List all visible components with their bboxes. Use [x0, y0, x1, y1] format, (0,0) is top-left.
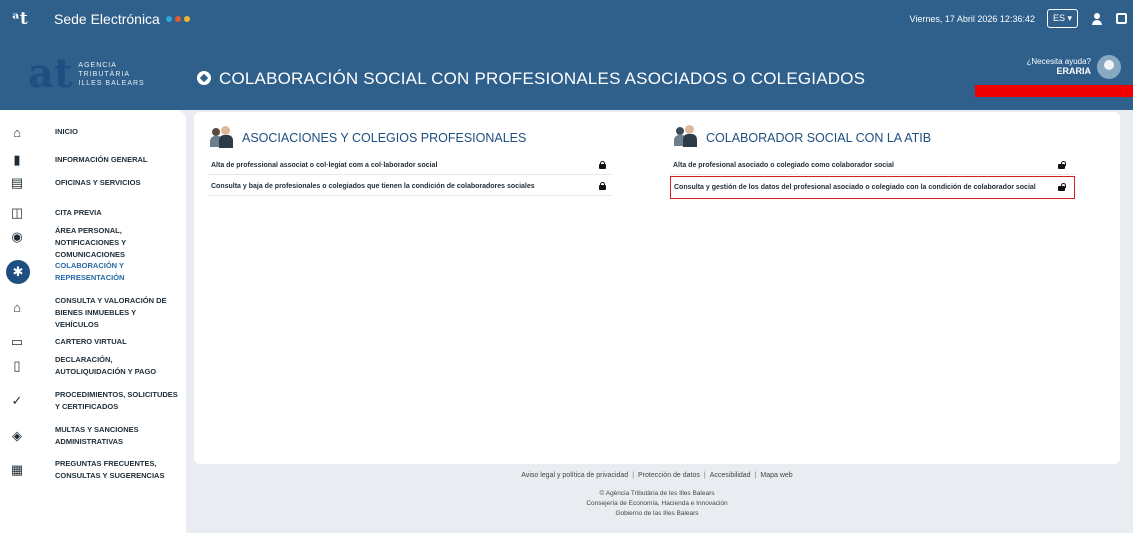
footer-separator: |: [703, 472, 706, 479]
professionals-group-icon: [210, 125, 234, 149]
sidebar-item-label: CARTERO VIRTUAL: [55, 337, 127, 346]
app-title[interactable]: Sede Electrónica: [54, 11, 160, 27]
footer-link-privacy[interactable]: Aviso legal y política de privacidad: [519, 472, 630, 479]
book-icon: ▮: [13, 152, 21, 167]
building-icon: ▤: [10, 175, 24, 190]
service-row[interactable]: Consulta y baja de profesionales o coleg…: [208, 177, 612, 196]
collaborator-icon: [674, 124, 698, 148]
sidebar-item-label: PROCEDIMIENTOS, SOLICITUDES Y CERTIFICAD…: [55, 390, 178, 411]
help-widget[interactable]: ¿Necesita ayuda? ERARIA: [1027, 57, 1091, 76]
sidebar-item-label: CONSULTA Y VALORACIÓN DE BIENES INMUEBLE…: [55, 296, 167, 329]
puzzle-icon: ✱: [6, 260, 30, 284]
sidebar-item-label: MULTAS Y SANCIONES ADMINISTRATIVAS: [55, 425, 139, 446]
calendar-icon: ◫: [10, 205, 24, 220]
shield-icon: ◈: [12, 428, 22, 443]
service-link[interactable]: Consulta y gestión de los datos del prof…: [674, 184, 1036, 191]
document-icon: ▯: [13, 358, 21, 373]
lock-open-icon: [1058, 183, 1066, 191]
redaction-bar: [975, 85, 1133, 97]
footer-link-accessibility[interactable]: Accesibilidad: [708, 472, 753, 479]
footer-links: Aviso legal y política de privacidad | Pro…: [194, 472, 1120, 479]
footer: Aviso legal y política de privacidad | Pro…: [194, 472, 1120, 519]
sidebar-item-label: COLABORACIÓN Y REPRESENTACIÓN: [55, 261, 125, 282]
lock-closed-icon: [599, 161, 606, 169]
service-row[interactable]: Alta de professional associat o col·legi…: [208, 156, 612, 175]
sidebar-item-label: ÁREA PERSONAL, NOTIFICACIONES Y COMUNICA…: [55, 226, 126, 259]
sidebar-item-label: PREGUNTAS FRECUENTES, CONSULTAS Y SUGERE…: [55, 459, 165, 480]
brand-text: AGENCIA TRIBUTÀRIA ILLES BALEARS: [78, 61, 144, 88]
footer-credit-line: Consejería de Economía, Hacienda e Innov…: [586, 500, 728, 507]
atib-logo-mark-icon: at: [28, 50, 73, 97]
lock-closed-icon: [599, 182, 606, 190]
service-row[interactable]: Alta de profesional asociado o colegiado…: [670, 156, 1075, 175]
brand-dots: [165, 15, 190, 22]
page-title: COLABORACIÓN SOCIAL CON PROFESIONALES AS…: [219, 69, 866, 88]
help-assistant-name: ERARIA: [1056, 66, 1091, 76]
atib-mini-logo-icon[interactable]: ᵃt: [12, 9, 38, 29]
sidebar-item-label: INICIO: [55, 127, 78, 136]
lock-open-icon: [1058, 161, 1066, 169]
brand-dot: [174, 15, 181, 22]
content-panel: ASOCIACIONES Y COLEGIOS PROFESIONALES Al…: [194, 112, 1120, 464]
service-link[interactable]: Alta de profesional asociado o colegiado…: [673, 162, 894, 169]
language-selector[interactable]: ES ▾: [1046, 9, 1078, 28]
current-datetime: Viernes, 17 Abril 2026 12:36:42: [909, 13, 1035, 24]
brand-dot: [183, 15, 190, 22]
sidebar-item-label: CITA PREVIA: [55, 208, 102, 217]
help-question: ¿Necesita ayuda?: [1026, 57, 1091, 66]
brand-line: AGENCIA: [78, 61, 117, 69]
service-link[interactable]: Alta de professional associat o col·legi…: [211, 162, 437, 169]
atib-logo[interactable]: at AGENCIA TRIBUTÀRIA ILLES BALEARS: [28, 49, 178, 99]
logout-icon[interactable]: [1116, 13, 1127, 24]
check-circle-icon: ✓: [11, 393, 23, 408]
sidebar-item-label: DECLARACIÓN, AUTOLIQUIDACIÓN Y PAGO: [55, 355, 157, 376]
footer-credit-line: © Agència Tributària de les Illes Balear…: [599, 490, 715, 497]
user-circle-icon: ◉: [11, 229, 23, 244]
footer-link-sitemap[interactable]: Mapa web: [758, 472, 794, 479]
brand-dot: [165, 15, 172, 22]
left-section-title: ASOCIACIONES Y COLEGIOS PROFESIONALES: [242, 131, 527, 145]
assistant-avatar-icon[interactable]: [1097, 55, 1121, 79]
top-bar: ᵃt Sede Electrónica Viernes, 17 Abril 20…: [0, 0, 1133, 37]
footer-credits: © Agència Tributària de les Illes Balear…: [194, 489, 1120, 519]
service-link[interactable]: Consulta y baja de profesionales o coleg…: [211, 183, 535, 190]
laptop-icon: ▭: [10, 334, 24, 349]
sidebar-item-label: INFORMACIÓN GENERAL: [55, 155, 148, 164]
right-section-title: COLABORADOR SOCIAL CON LA ATIB: [706, 131, 932, 145]
user-icon[interactable]: [1090, 12, 1104, 26]
footer-link-data-protection[interactable]: Protección de datos: [636, 472, 702, 479]
property-icon: ⌂: [13, 299, 21, 315]
home-icon: ⌂: [13, 124, 21, 140]
footer-credit-line: Gobierno de las Illes Balears: [615, 510, 699, 517]
sidebar: ⌂ INICIO ▮ INFORMACIÓN GENERAL ▤ OFICINAS Y S…: [0, 110, 186, 533]
section-puzzle-icon: [197, 71, 211, 85]
brand-line: TRIBUTÀRIA: [78, 70, 131, 78]
brand-line: ILLES BALEARS: [78, 79, 145, 87]
header-band: at AGENCIA TRIBUTÀRIA ILLES BALEARS COLA…: [0, 37, 1133, 110]
faq-icon: ▦: [10, 462, 24, 477]
sidebar-item-label: OFICINAS Y SERVICIOS: [55, 178, 141, 187]
service-row-highlighted[interactable]: Consulta y gestión de los datos del prof…: [670, 176, 1075, 199]
